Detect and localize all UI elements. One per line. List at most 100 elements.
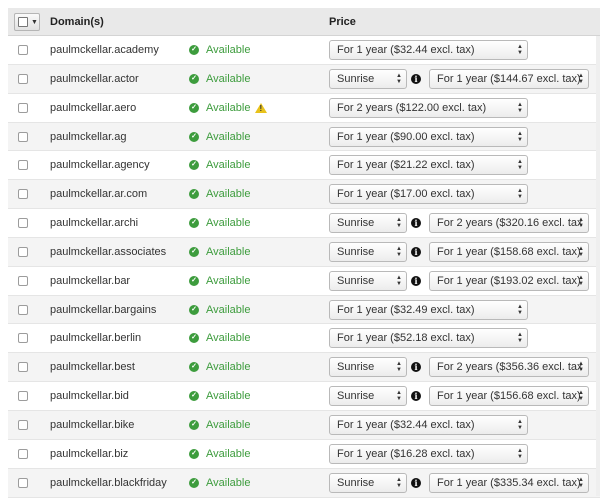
caret-down-icon[interactable]: ▼: [31, 19, 38, 26]
phase-select[interactable]: Sunrise ▲ ▼: [329, 68, 407, 89]
info-icon[interactable]: i: [411, 73, 421, 84]
domain-name: paulmckellar.archi: [50, 217, 139, 230]
availability-status: ✓ Available: [189, 73, 250, 85]
availability-status: ✓ Available: [189, 159, 250, 171]
period-select[interactable]: For 1 year ($90.00 excl. tax) ▲ ▼: [329, 126, 528, 147]
table-body: paulmckellar.academy ✓ Available For 1 year…: [8, 36, 600, 498]
period-select[interactable]: For 1 year ($32.44 excl. tax) ▲ ▼: [329, 40, 528, 60]
period-select[interactable]: For 1 year ($335.34 excl. tax) ▲ ▼: [429, 472, 589, 493]
availability-status: ✓ Available: [189, 217, 250, 229]
availability-status: ✓ Available: [189, 390, 250, 402]
period-select[interactable]: For 2 years ($320.16 excl. tax ▲ ▼: [429, 213, 589, 234]
table-row: paulmckellar.ag ✓ Available For 1 year ($90…: [8, 122, 600, 152]
period-select[interactable]: For 1 year ($17.00 excl. tax) ▲ ▼: [329, 184, 528, 205]
availability-status: ✓ Available: [189, 477, 250, 489]
period-select-value: For 1 year ($156.68 excl. tax): [437, 390, 581, 403]
phase-select[interactable]: Sunrise ▲ ▼: [329, 213, 407, 234]
table-row: paulmckellar.aero ✓ Available! For 2 years …: [8, 94, 600, 123]
availability-status: ✓ Available: [189, 188, 250, 200]
row-checkbox[interactable]: [18, 73, 28, 84]
info-icon[interactable]: i: [411, 275, 421, 286]
table-row: paulmckellar.bargains ✓ Available For 1 yea…: [8, 295, 600, 325]
domain-name: paulmckellar.ar.com: [50, 188, 148, 201]
check-circle-icon: ✓: [189, 448, 199, 459]
availability-status: ✓ Available!: [189, 102, 268, 114]
check-circle-icon: ✓: [189, 102, 199, 113]
info-icon[interactable]: i: [411, 362, 421, 373]
check-circle-icon: ✓: [189, 419, 199, 430]
domain-name: paulmckellar.biz: [50, 447, 129, 460]
info-icon[interactable]: i: [411, 391, 421, 402]
row-checkbox[interactable]: [18, 333, 28, 344]
period-select[interactable]: For 1 year ($32.49 excl. tax) ▲ ▼: [329, 299, 528, 320]
select-all-dropdown[interactable]: ▼: [14, 13, 40, 31]
info-icon[interactable]: i: [411, 218, 421, 229]
select-arrows-icon: ▲ ▼: [396, 217, 402, 230]
row-checkbox[interactable]: [18, 362, 28, 373]
row-checkbox[interactable]: [18, 246, 28, 257]
phase-select-value: Sunrise: [337, 245, 375, 258]
phase-select[interactable]: Sunrise ▲ ▼: [329, 472, 407, 493]
domain-name: paulmckellar.berlin: [50, 332, 142, 345]
row-checkbox[interactable]: [18, 391, 28, 402]
row-checkbox[interactable]: [18, 275, 28, 286]
scrollbar-track[interactable]: [596, 36, 600, 496]
row-checkbox[interactable]: [18, 218, 28, 229]
status-label: Available: [206, 418, 251, 431]
period-select[interactable]: For 1 year ($158.68 excl. tax) ▲ ▼: [429, 241, 589, 262]
row-checkbox[interactable]: [18, 448, 28, 459]
row-checkbox[interactable]: [18, 102, 28, 113]
phase-select[interactable]: Sunrise ▲ ▼: [329, 241, 407, 262]
availability-status: ✓ Available: [189, 131, 250, 143]
domain-name: paulmckellar.best: [50, 361, 135, 374]
domain-name: paulmckellar.bid: [50, 390, 129, 403]
period-select[interactable]: For 1 year ($193.02 excl. tax) ▲ ▼: [429, 270, 589, 291]
table-row: paulmckellar.blackfriday ✓ Available Sunris…: [8, 468, 600, 498]
period-select[interactable]: For 1 year ($144.67 excl. tax) ▲ ▼: [429, 68, 589, 89]
select-all-checkbox[interactable]: [18, 17, 28, 27]
phase-select-value: Sunrise: [337, 217, 375, 230]
row-checkbox[interactable]: [18, 131, 28, 142]
phase-select[interactable]: Sunrise ▲ ▼: [329, 386, 407, 407]
availability-status: ✓ Available: [189, 246, 250, 258]
table-row: paulmckellar.associates ✓ Available Sunrise…: [8, 237, 600, 267]
status-label: Available: [206, 217, 251, 230]
status-label: Available: [206, 447, 251, 460]
status-label: Available: [206, 245, 251, 258]
availability-status: ✓ Available: [189, 304, 250, 316]
period-select[interactable]: For 2 years ($356.36 excl. tax ▲ ▼: [429, 357, 589, 378]
row-checkbox[interactable]: [18, 45, 28, 55]
check-circle-icon: ✓: [189, 189, 199, 200]
check-circle-icon: ✓: [189, 304, 199, 315]
select-arrows-icon: ▲ ▼: [578, 245, 584, 258]
info-icon[interactable]: i: [411, 246, 421, 257]
phase-select[interactable]: Sunrise ▲ ▼: [329, 270, 407, 291]
status-label: Available: [206, 476, 251, 489]
select-arrows-icon: ▲ ▼: [578, 274, 584, 287]
row-checkbox[interactable]: [18, 419, 28, 430]
period-select[interactable]: For 1 year ($16.28 excl. tax) ▲ ▼: [329, 443, 528, 464]
period-select[interactable]: For 1 year ($52.18 excl. tax) ▲ ▼: [329, 328, 528, 349]
period-select[interactable]: For 1 year ($32.44 excl. tax) ▲ ▼: [329, 414, 528, 435]
period-select-value: For 1 year ($335.34 excl. tax): [437, 476, 581, 489]
status-label: Available: [206, 72, 251, 85]
domain-name: paulmckellar.aero: [50, 101, 137, 114]
availability-status: ✓ Available: [189, 419, 250, 431]
info-icon[interactable]: i: [411, 477, 421, 488]
phase-select[interactable]: Sunrise ▲ ▼: [329, 357, 407, 378]
period-select[interactable]: For 2 years ($122.00 excl. tax) ▲ ▼: [329, 97, 528, 118]
row-checkbox[interactable]: [18, 189, 28, 200]
domain-name: paulmckellar.blackfriday: [50, 476, 167, 489]
period-select[interactable]: For 1 year ($156.68 excl. tax) ▲ ▼: [429, 386, 589, 407]
period-select-value: For 2 years ($320.16 excl. tax: [437, 217, 583, 230]
row-checkbox[interactable]: [18, 160, 28, 171]
period-select[interactable]: For 1 year ($21.22 excl. tax) ▲ ▼: [329, 155, 528, 176]
availability-status: ✓ Available: [189, 275, 250, 287]
row-checkbox[interactable]: [18, 477, 28, 488]
table-row: paulmckellar.academy ✓ Available For 1 year…: [8, 36, 600, 65]
row-checkbox[interactable]: [18, 304, 28, 315]
availability-status: ✓ Available: [189, 44, 250, 56]
table-row: paulmckellar.ar.com ✓ Available For 1 year …: [8, 180, 600, 210]
table-row: paulmckellar.actor ✓ Available Sunrise ▲ ▼ i Fo…: [8, 64, 600, 94]
warning-icon[interactable]: !: [255, 102, 268, 113]
